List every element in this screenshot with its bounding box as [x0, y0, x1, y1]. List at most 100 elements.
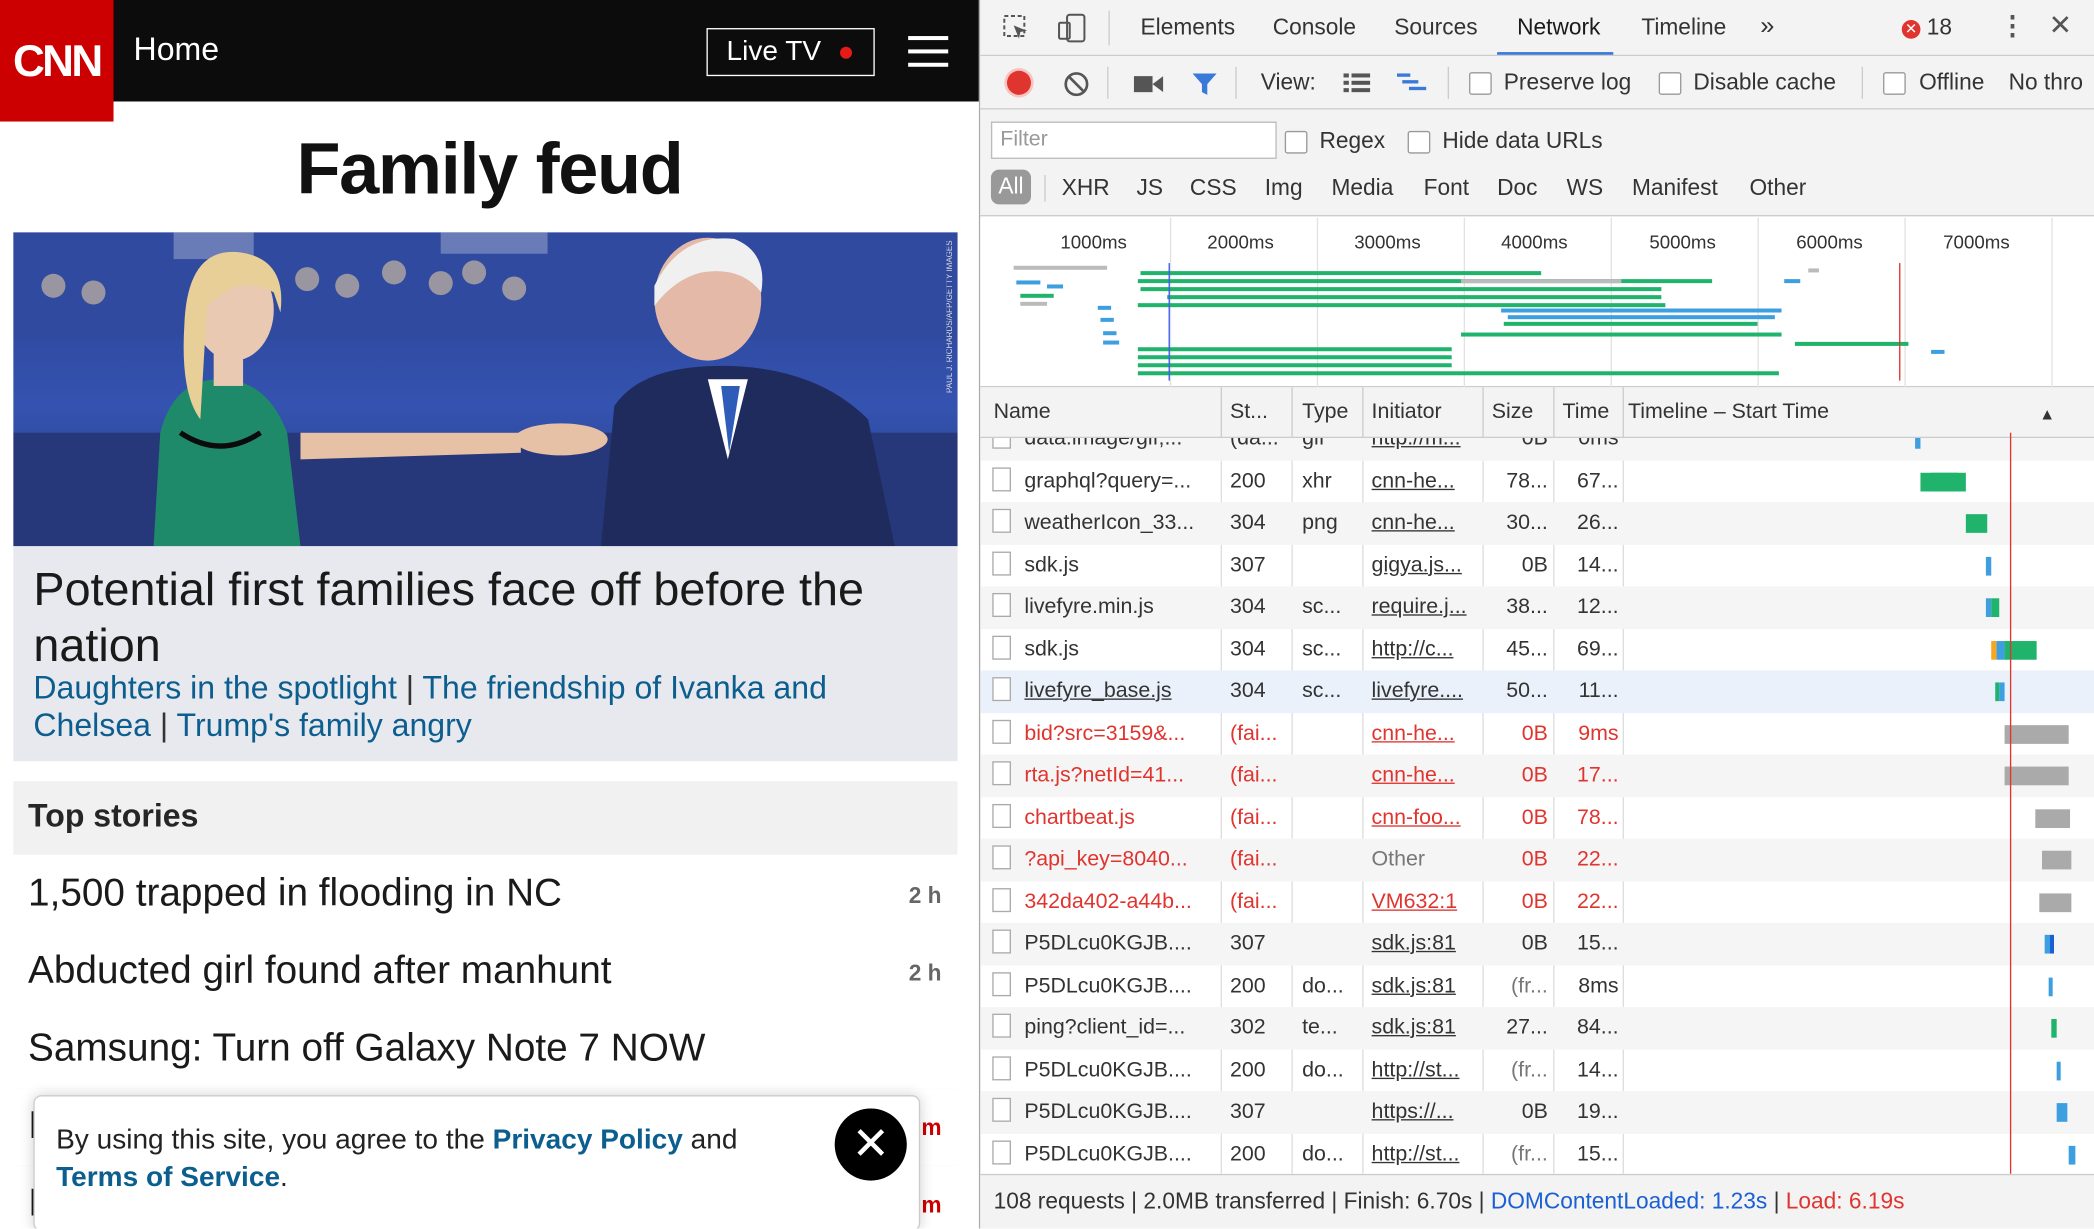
- request-initiator[interactable]: http://st...: [1372, 1143, 1479, 1167]
- request-name[interactable]: rta.js?netId=41...: [1024, 764, 1214, 788]
- tab-network[interactable]: Network: [1517, 15, 1600, 42]
- story-title[interactable]: Samsung: Turn off Galaxy Note 7 NOW: [28, 1027, 705, 1071]
- filter-type-media[interactable]: Media: [1331, 175, 1393, 202]
- network-request-row[interactable]: livefyre.min.js 304 sc... require.j... 38...…: [980, 586, 2094, 629]
- filter-icon[interactable]: [1191, 71, 1218, 98]
- filter-type-manifest[interactable]: Manifest: [1632, 175, 1718, 202]
- network-request-row[interactable]: 342da402-a44b... (fai... VM632:1 0B 22...: [980, 881, 2094, 923]
- column-time[interactable]: Time: [1563, 401, 1610, 425]
- filter-type-doc[interactable]: Doc: [1497, 175, 1537, 202]
- record-icon[interactable]: [1006, 70, 1032, 95]
- request-name[interactable]: sdk.js: [1024, 638, 1214, 662]
- request-name[interactable]: P5DLcu0KGJB....: [1024, 1058, 1214, 1082]
- column-initiator[interactable]: Initiator: [1372, 401, 1442, 425]
- lead-story-title[interactable]: Potential first families face off before…: [33, 562, 941, 674]
- network-request-row[interactable]: P5DLcu0KGJB.... 200 do... sdk.js:81 (fr... 8m…: [980, 965, 2094, 1007]
- request-name[interactable]: 342da402-a44b...: [1024, 890, 1214, 914]
- disable-cache-checkbox[interactable]: [1658, 72, 1682, 95]
- filter-input[interactable]: Filter: [990, 121, 1277, 159]
- inspect-icon[interactable]: [1002, 13, 1031, 42]
- network-request-row[interactable]: P5DLcu0KGJB.... 200 do... http://st... (fr..…: [980, 1133, 2094, 1174]
- request-initiator[interactable]: cnn-he...: [1372, 764, 1479, 788]
- network-request-row[interactable]: livefyre_base.js 304 sc... livefyre.... 50..…: [980, 670, 2094, 713]
- device-mode-icon[interactable]: [1058, 12, 1087, 44]
- network-request-row[interactable]: rta.js?netId=41... (fai... cnn-he... 0B 17..…: [980, 754, 2094, 797]
- home-link[interactable]: Home: [134, 32, 220, 69]
- network-request-row[interactable]: weatherIcon_33... 304 png cnn-he... 30... 26.…: [980, 502, 2094, 545]
- network-overview[interactable]: 1000ms 2000ms 3000ms 4000ms 5000ms 6000m…: [980, 217, 2094, 388]
- large-rows-icon[interactable]: [1343, 72, 1371, 93]
- network-request-row[interactable]: ping?client_id=... 302 te... sdk.js:81 27...…: [980, 1006, 2094, 1050]
- tab-sources[interactable]: Sources: [1394, 15, 1477, 42]
- request-name[interactable]: P5DLcu0KGJB....: [1024, 1143, 1214, 1167]
- kebab-menu-icon[interactable]: ⋮: [1999, 13, 2026, 40]
- filter-type-all[interactable]: All: [990, 169, 1032, 205]
- request-name[interactable]: P5DLcu0KGJB....: [1024, 974, 1214, 998]
- network-request-row[interactable]: bid?src=3159&... (fai... cnn-he... 0B 9ms: [980, 712, 2094, 754]
- request-name[interactable]: P5DLcu0KGJB....: [1024, 932, 1214, 956]
- menu-icon[interactable]: [908, 36, 949, 68]
- column-name[interactable]: Name: [994, 401, 1051, 425]
- related-link[interactable]: Trump's family angry: [177, 708, 472, 744]
- related-link[interactable]: Daughters in the spotlight: [33, 670, 396, 706]
- network-request-row[interactable]: graphql?query=... 200 xhr cnn-he... 78... 67.…: [980, 460, 2094, 502]
- request-name[interactable]: P5DLcu0KGJB....: [1024, 1100, 1214, 1124]
- terms-of-service-link[interactable]: Terms of Service: [56, 1162, 280, 1193]
- network-request-row[interactable]: chartbeat.js (fai... cnn-foo... 0B 78...: [980, 797, 2094, 839]
- request-name[interactable]: livefyre_base.js: [1024, 680, 1214, 704]
- request-initiator[interactable]: http://c...: [1372, 638, 1479, 662]
- network-request-row[interactable]: P5DLcu0KGJB.... 307 https://... 0B 19...: [980, 1091, 2094, 1134]
- story-title[interactable]: 1,500 trapped in flooding in NC: [28, 872, 562, 916]
- request-initiator[interactable]: Other: [1372, 848, 1479, 872]
- request-initiator[interactable]: https://...: [1372, 1100, 1479, 1124]
- error-count-badge[interactable]: ✕ 18: [1901, 15, 1952, 42]
- network-request-row[interactable]: P5DLcu0KGJB.... 307 sdk.js:81 0B 15...: [980, 922, 2094, 965]
- request-initiator[interactable]: http://st...: [1372, 1058, 1479, 1082]
- request-initiator[interactable]: cnn-he...: [1372, 469, 1479, 493]
- privacy-policy-link[interactable]: Privacy Policy: [493, 1124, 683, 1155]
- sort-ascending-icon[interactable]: ▲: [2039, 405, 2055, 424]
- request-initiator[interactable]: VM632:1: [1372, 890, 1479, 914]
- request-name[interactable]: bid?src=3159&...: [1024, 722, 1214, 746]
- filter-type-xhr[interactable]: XHR: [1062, 175, 1110, 202]
- page-headline[interactable]: Family feud: [0, 128, 979, 211]
- live-tv-button[interactable]: Live TV: [706, 28, 875, 77]
- tab-console[interactable]: Console: [1273, 15, 1356, 42]
- filter-type-css[interactable]: CSS: [1190, 175, 1237, 202]
- tab-timeline[interactable]: Timeline: [1641, 15, 1726, 42]
- network-request-row[interactable]: sdk.js 307 gigya.js... 0B 14...: [980, 544, 2094, 586]
- clear-icon[interactable]: [1063, 71, 1090, 98]
- cnn-logo[interactable]: CNN: [0, 0, 114, 122]
- close-icon[interactable]: ✕: [834, 1108, 907, 1181]
- request-name[interactable]: weatherIcon_33...: [1024, 511, 1214, 535]
- story-item[interactable]: 1,500 trapped in flooding in NC 2 h: [13, 856, 958, 935]
- close-devtools-icon[interactable]: ✕: [2049, 12, 2073, 40]
- story-title[interactable]: Abducted girl found after manhunt: [28, 950, 611, 994]
- column-type[interactable]: Type: [1302, 401, 1348, 425]
- column-status[interactable]: St...: [1230, 401, 1268, 425]
- request-name[interactable]: graphql?query=...: [1024, 469, 1214, 493]
- column-size[interactable]: Size: [1492, 401, 1534, 425]
- request-initiator[interactable]: cnn-he...: [1372, 722, 1479, 746]
- request-initiator[interactable]: cnn-foo...: [1372, 806, 1479, 830]
- request-name[interactable]: ping?client_id=...: [1024, 1016, 1214, 1040]
- network-request-row[interactable]: P5DLcu0KGJB.... 200 do... http://st... (fr..…: [980, 1049, 2094, 1091]
- column-timeline[interactable]: Timeline – Start Time: [1628, 401, 1829, 425]
- network-request-row[interactable]: data:image/gif;... (da... gif http://m... 0B…: [980, 438, 2094, 461]
- filter-type-js[interactable]: JS: [1137, 175, 1164, 202]
- request-initiator[interactable]: sdk.js:81: [1372, 932, 1479, 956]
- request-initiator[interactable]: cnn-he...: [1372, 511, 1479, 535]
- filter-type-img[interactable]: Img: [1265, 175, 1303, 202]
- request-initiator[interactable]: require.j...: [1372, 596, 1479, 620]
- waterfall-icon[interactable]: [1396, 72, 1427, 93]
- filter-type-font[interactable]: Font: [1424, 175, 1469, 202]
- request-initiator[interactable]: gigya.js...: [1372, 554, 1479, 578]
- request-name[interactable]: ?api_key=8040...: [1024, 848, 1214, 872]
- more-tabs-icon[interactable]: »: [1760, 12, 1774, 41]
- request-initiator[interactable]: http://m...: [1372, 438, 1479, 451]
- request-name[interactable]: chartbeat.js: [1024, 806, 1214, 830]
- tab-elements[interactable]: Elements: [1141, 15, 1236, 42]
- request-name[interactable]: sdk.js: [1024, 554, 1214, 578]
- request-name[interactable]: data:image/gif;...: [1024, 438, 1214, 451]
- request-initiator[interactable]: livefyre....: [1372, 680, 1479, 704]
